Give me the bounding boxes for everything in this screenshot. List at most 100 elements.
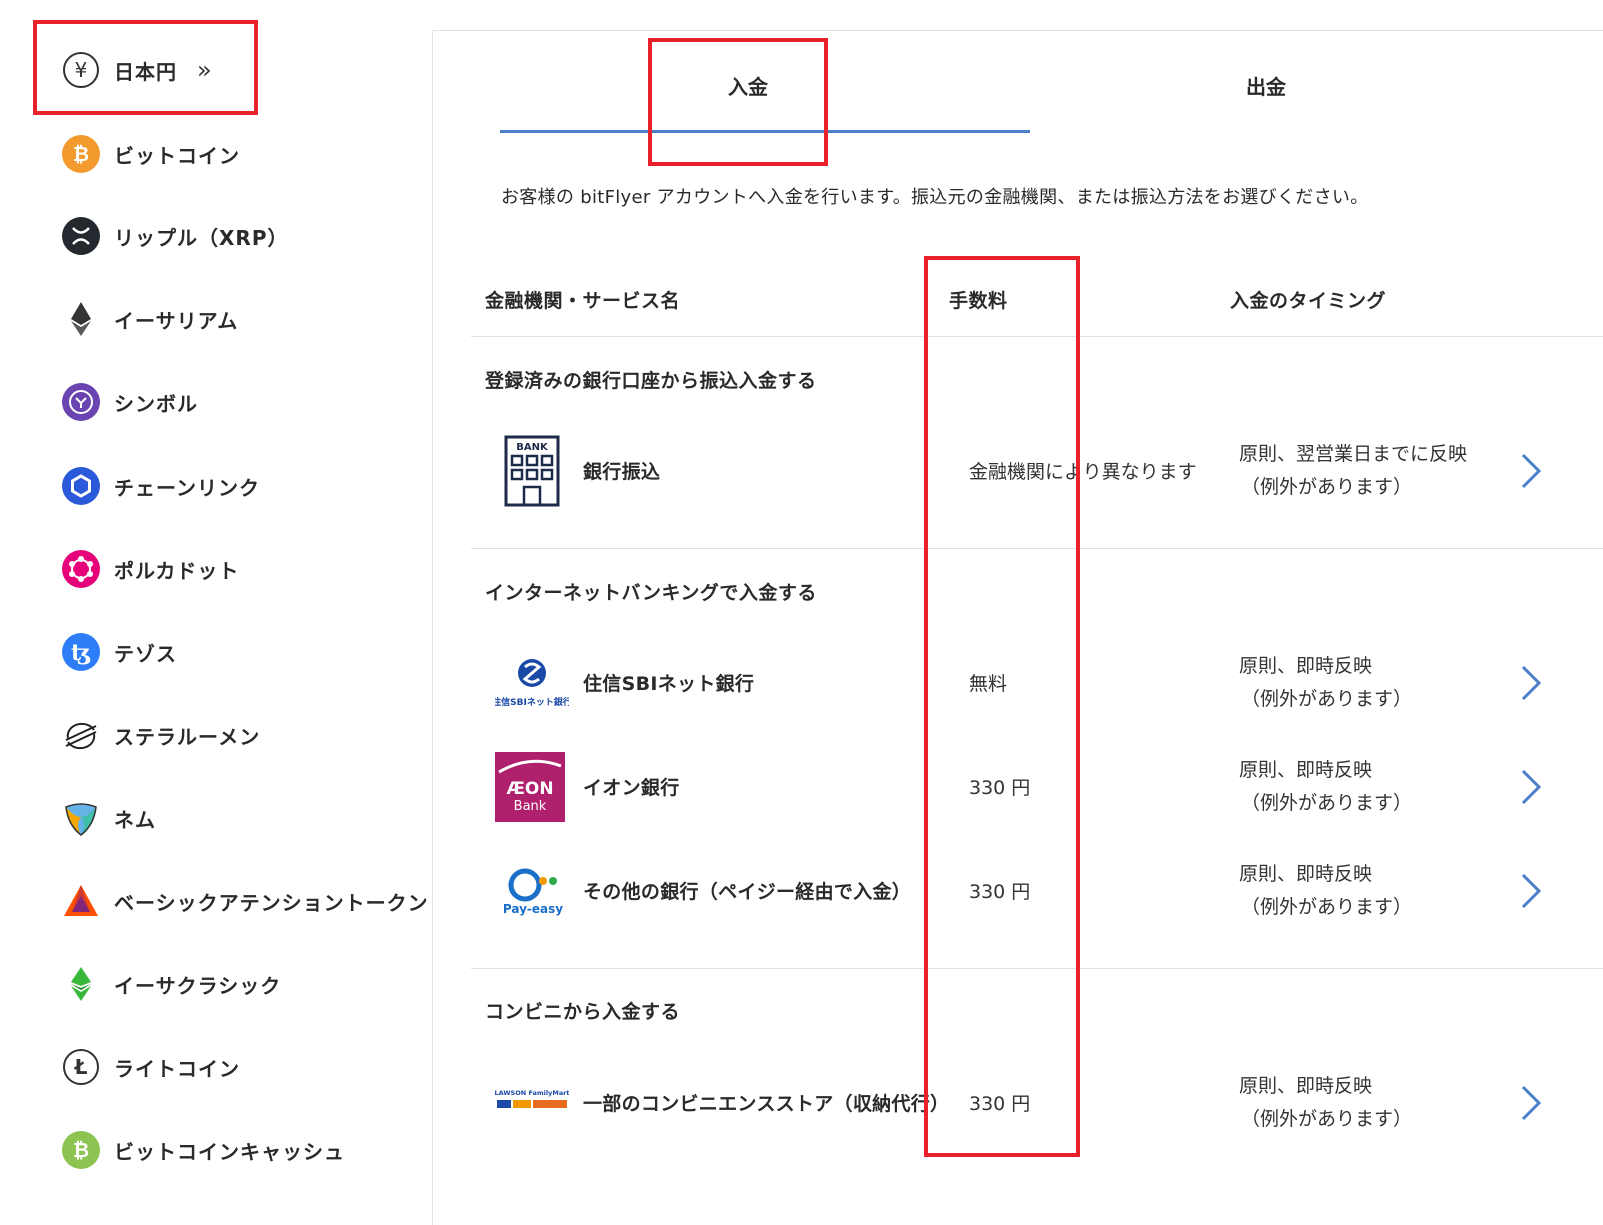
sidebar-item-bitcoin-cash[interactable]: ₿ ビットコインキャッシュ [62, 1130, 422, 1170]
column-header-name: 金融機関・サービス名 [485, 290, 681, 312]
table-row-sbi[interactable]: 住信SBIネット銀行 住信SBIネット銀行 無料 原則、即時反映 （例外がありま… [471, 638, 1603, 728]
ethereum-icon [62, 300, 100, 338]
row-timing-main: 原則、即時反映 [1239, 759, 1373, 781]
row-timing-note: （例外があります） [1241, 688, 1413, 710]
sidebar-item-label: チェーンリンク [114, 475, 260, 500]
row-name: その他の銀行（ペイジー経由で入金） [583, 881, 912, 903]
active-tab-indicator [500, 130, 1030, 133]
sidebar-item-label: ライトコイン [114, 1056, 240, 1081]
divider [471, 548, 1603, 549]
sidebar-item-tezos[interactable]: ꜩ テゾス [62, 632, 422, 672]
sidebar-item-label: テゾス [114, 641, 177, 666]
stellar-icon [62, 716, 100, 754]
tab-deposit[interactable]: 入金 [648, 71, 848, 100]
sidebar-item-ethereum[interactable]: イーサリアム [62, 299, 422, 339]
sidebar-item-litecoin[interactable]: Ł ライトコイン [62, 1047, 422, 1087]
aeon-logo-sub: Bank [513, 798, 547, 814]
sidebar-item-stellar[interactable]: ステラルーメン [62, 715, 422, 755]
row-name: 銀行振込 [583, 461, 661, 483]
row-name: 一部のコンビニエンスストア（収納代行） [583, 1093, 950, 1115]
row-timing-main: 原則、翌営業日までに反映 [1239, 443, 1468, 465]
sidebar-item-symbol[interactable]: シンボル [62, 382, 422, 422]
bank-logo-text: BANK [516, 442, 549, 453]
sidebar-item-label: ネム [114, 807, 156, 832]
sidebar-item-label: イーサリアム [114, 308, 239, 333]
sidebar-item-label: ビットコインキャッシュ [114, 1139, 345, 1164]
bitcoin-cash-icon: ₿ [62, 1131, 100, 1169]
sbi-logo-text: 住信SBIネット銀行 [495, 696, 569, 708]
sidebar-item-label: ステラルーメン [114, 724, 261, 749]
row-timing-note: （例外があります） [1241, 476, 1413, 498]
payeasy-logo: Pay-easy [495, 854, 569, 928]
section-title: インターネットバンキングで入金する [485, 582, 817, 604]
row-fee: 330 円 [969, 777, 1031, 799]
sidebar-item-label: リップル（XRP） [114, 225, 289, 250]
bat-icon [62, 882, 100, 920]
sidebar: ¥ 日本円 » ₿ ビットコイン リップル（XRP） イーサリアム シンボル チ… [0, 0, 430, 1224]
ethereum-classic-icon [62, 965, 100, 1003]
litecoin-icon: Ł [62, 1048, 100, 1086]
sidebar-item-label: ポルカドット [114, 558, 240, 583]
intro-text: お客様の bitFlyer アカウントへ入金を行います。振込元の金融機関、または… [501, 187, 1369, 208]
row-name: イオン銀行 [583, 777, 680, 799]
highlight-box-deposit-tab [648, 38, 828, 166]
symbol-icon [62, 383, 100, 421]
table-row-convenience-store[interactable]: LAWSON FamilyMart 一部のコンビニエンスストア（収納代行） 33… [471, 1058, 1603, 1148]
row-timing-main: 原則、即時反映 [1239, 655, 1373, 677]
sidebar-item-ethereum-classic[interactable]: イーサクラシック [62, 964, 422, 1004]
sidebar-item-xrp[interactable]: リップル（XRP） [62, 216, 422, 256]
table-row-payeasy[interactable]: Pay-easy その他の銀行（ペイジー経由で入金） 330 円 原則、即時反映… [471, 846, 1603, 936]
sidebar-item-polkadot[interactable]: ポルカドット [62, 549, 422, 589]
aeon-bank-logo: ÆON Bank [495, 752, 565, 822]
chevron-right-icon [1521, 873, 1542, 909]
sidebar-item-nem[interactable]: ネム [62, 798, 422, 838]
row-timing-note: （例外があります） [1241, 1108, 1413, 1130]
yen-icon: ¥ [62, 51, 100, 89]
row-name: 住信SBIネット銀行 [583, 673, 755, 695]
tezos-icon: ꜩ [62, 633, 100, 671]
row-fee: 330 円 [969, 881, 1031, 903]
svg-text:₿: ₿ [73, 142, 89, 166]
deposit-panel: 入金 出金 お客様の bitFlyer アカウントへ入金を行います。振込元の金融… [432, 30, 1603, 1225]
chainlink-icon [62, 467, 100, 505]
chevron-right-icon [1521, 769, 1542, 805]
row-timing-note: （例外があります） [1241, 896, 1413, 918]
table-row-bank-transfer[interactable]: BANK 銀行振込 金融機関により異なります 原則、翌営業日までに反映 （例外が… [471, 426, 1603, 516]
section-title: 登録済みの銀行口座から振込入金する [485, 370, 817, 392]
svg-text:₿: ₿ [73, 1138, 89, 1162]
sidebar-item-jpy[interactable]: ¥ 日本円 » [62, 50, 422, 90]
polkadot-icon [62, 550, 100, 588]
svg-text:ꜩ: ꜩ [71, 640, 91, 666]
sidebar-item-bat[interactable]: ベーシックアテンショントークン [62, 881, 428, 921]
row-fee: 無料 [969, 673, 1008, 695]
sidebar-item-label: 日本円 [114, 59, 177, 84]
chevron-right-icon [1521, 1085, 1542, 1121]
payeasy-logo-text: Pay-easy [503, 902, 563, 916]
bitcoin-icon: ₿ [62, 135, 100, 173]
table-row-aeon[interactable]: ÆON Bank イオン銀行 330 円 原則、即時反映 （例外があります） [471, 742, 1603, 832]
divider [471, 968, 1603, 969]
chevron-right-icon [1521, 453, 1542, 489]
sidebar-item-bitcoin[interactable]: ₿ ビットコイン [62, 134, 422, 174]
convenience-logo-text: LAWSON FamilyMart [495, 1089, 569, 1097]
row-fee: 金融機関により異なります [969, 461, 1197, 483]
aeon-logo-text: ÆON [506, 778, 554, 799]
sidebar-item-label: イーサクラシック [114, 973, 282, 998]
sidebar-item-label: シンボル [114, 391, 198, 416]
tab-withdraw[interactable]: 出金 [1166, 71, 1366, 100]
chevron-right-icon [1521, 665, 1542, 701]
column-header-timing: 入金のタイミング [1230, 290, 1387, 312]
bank-building-icon: BANK [495, 434, 569, 508]
row-timing-note: （例外があります） [1241, 792, 1413, 814]
double-chevron-right-icon: » [197, 56, 212, 84]
sbi-bank-logo: 住信SBIネット銀行 [495, 646, 569, 720]
column-header-fee: 手数料 [949, 290, 1008, 312]
sidebar-item-label: ビットコイン [114, 143, 240, 168]
row-timing-main: 原則、即時反映 [1239, 863, 1373, 885]
section-title: コンビニから入金する [485, 1001, 681, 1023]
sidebar-item-chainlink[interactable]: チェーンリンク [62, 466, 422, 506]
row-timing-main: 原則、即時反映 [1239, 1075, 1373, 1097]
xrp-icon [62, 217, 100, 255]
svg-text:¥: ¥ [75, 58, 88, 82]
divider [471, 336, 1603, 337]
